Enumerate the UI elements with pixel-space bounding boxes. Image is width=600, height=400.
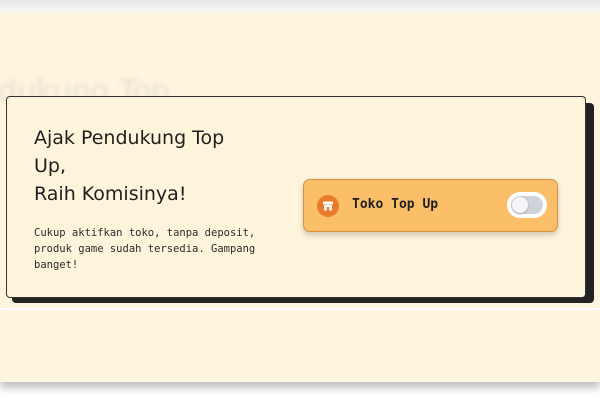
- promo-card: Ajak Pendukung Top Up, Raih Komisinya! C…: [6, 96, 586, 298]
- top-shadow-strip: [0, 0, 600, 12]
- card-description: Cukup aktifkan toko, tanpa deposit, prod…: [34, 227, 256, 271]
- switch-track: [511, 196, 543, 214]
- card-title: Ajak Pendukung Top Up, Raih Komisinya!: [34, 124, 274, 208]
- background-section-bottom: [0, 310, 600, 382]
- card-title-line: Up,: [34, 155, 67, 177]
- toggle-switch[interactable]: [507, 192, 547, 218]
- toggle-label: Toko Top Up: [352, 197, 439, 212]
- switch-knob: [512, 197, 528, 213]
- card-title-line: Ajak Pendukung Top: [34, 127, 225, 149]
- store-toggle-card[interactable]: Toko Top Up: [303, 179, 558, 232]
- store-icon: [317, 195, 339, 217]
- card-title-line: Raih Komisinya!: [34, 183, 187, 205]
